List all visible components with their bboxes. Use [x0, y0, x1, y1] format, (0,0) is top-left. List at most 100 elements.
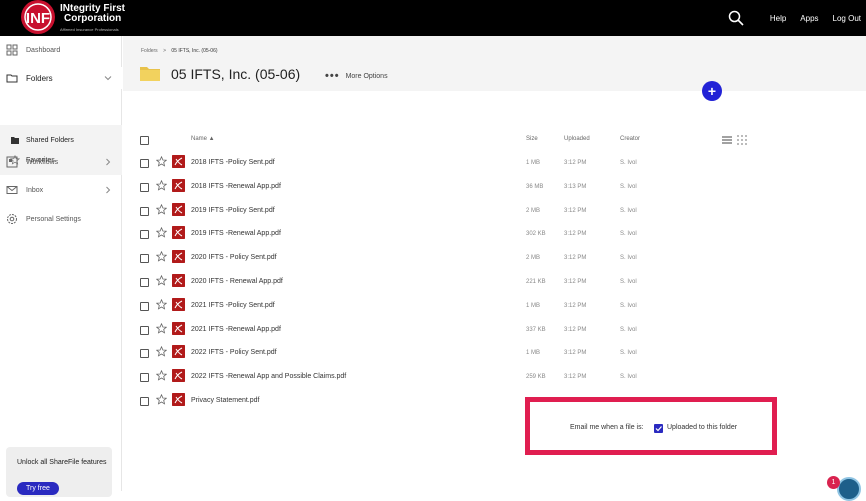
star-icon[interactable]: [156, 251, 167, 262]
list-view-icon[interactable]: [722, 135, 732, 145]
file-name[interactable]: 2021 IFTS -Renewal App.pdf: [191, 326, 281, 333]
help-link[interactable]: Help: [770, 14, 786, 23]
apps-link[interactable]: Apps: [800, 14, 818, 23]
row-checkbox[interactable]: [140, 325, 149, 335]
star-icon[interactable]: [156, 370, 167, 381]
file-row[interactable]: 2018 IFTS -Policy Sent.pdf 1 MB 3:12 PM S. …: [123, 152, 866, 175]
uploaded-option-label[interactable]: Uploaded to this folder: [667, 424, 737, 431]
more-options-button[interactable]: ••• More Options: [325, 70, 388, 82]
file-name[interactable]: 2018 IFTS -Renewal App.pdf: [191, 183, 281, 190]
file-name[interactable]: 2022 IFTS -Renewal App and Possible Clai…: [191, 373, 346, 380]
sidebar-item-shared-folders[interactable]: Shared Folders: [0, 130, 122, 150]
search-icon[interactable]: [728, 10, 744, 26]
file-row[interactable]: 2021 IFTS -Renewal App.pdf 337 KB 3:12 PM S…: [123, 319, 866, 342]
file-name[interactable]: 2020 IFTS - Policy Sent.pdf: [191, 254, 277, 261]
add-button[interactable]: +: [702, 81, 722, 101]
sidebar-item-workflows[interactable]: Workflows: [0, 151, 122, 173]
file-row[interactable]: 2020 IFTS - Renewal App.pdf 221 KB 3:12 PM…: [123, 271, 866, 294]
star-icon[interactable]: [156, 275, 167, 286]
file-row[interactable]: 2022 IFTS - Policy Sent.pdf 1 MB 3:12 PM S.…: [123, 342, 866, 365]
sidebar-item-inbox[interactable]: Inbox: [0, 179, 122, 201]
file-uploaded: 3:12 PM: [564, 374, 587, 381]
upgrade-promo: Unlock all ShareFile features Try free: [6, 447, 112, 497]
file-creator: S. Ivol: [620, 374, 637, 381]
column-name[interactable]: Name ▲: [191, 136, 215, 142]
uploaded-checkbox[interactable]: [654, 424, 663, 433]
file-row[interactable]: 2019 IFTS -Renewal App.pdf 302 KB 3:12 PM S…: [123, 223, 866, 246]
star-icon[interactable]: [156, 298, 167, 310]
sidebar-item-folders[interactable]: Folders: [0, 67, 122, 89]
chevron-down-icon[interactable]: [104, 74, 112, 82]
file-size: 221 KB: [526, 279, 546, 285]
star-icon[interactable]: [156, 179, 167, 191]
file-size: 337 KB: [526, 326, 546, 333]
file-creator: S. Ivol: [620, 350, 637, 357]
file-row[interactable]: 2019 IFTS -Policy Sent.pdf 2 MB 3:12 PM S. …: [123, 200, 866, 223]
try-free-button[interactable]: Try free: [17, 482, 59, 495]
pdf-file-icon: [172, 297, 185, 311]
file-name[interactable]: 2019 IFTS -Policy Sent.pdf: [191, 207, 275, 214]
file-name[interactable]: 2022 IFTS - Policy Sent.pdf: [191, 349, 277, 356]
file-row[interactable]: 2020 IFTS - Policy Sent.pdf 2 MB 3:12 PM S.…: [123, 247, 866, 270]
company-logo[interactable]: INF: [18, 0, 58, 34]
row-checkbox[interactable]: [140, 206, 149, 216]
page-title: 05 IFTS, Inc. (05-06): [171, 66, 301, 82]
file-name[interactable]: 2018 IFTS -Policy Sent.pdf: [191, 159, 275, 166]
file-size: 2 MB: [526, 255, 541, 262]
select-all-checkbox[interactable]: [140, 136, 149, 145]
file-row[interactable]: 2022 IFTS -Renewal App and Possible Clai…: [123, 366, 866, 389]
star-icon[interactable]: [156, 203, 167, 215]
file-uploaded: 3:12 PM: [564, 302, 587, 309]
star-icon[interactable]: [156, 346, 167, 358]
more-icon: •••: [325, 70, 340, 82]
file-uploaded: 3:12 PM: [564, 207, 587, 214]
breadcrumb-root[interactable]: Folders: [141, 48, 158, 54]
column-size[interactable]: Size: [526, 136, 538, 142]
file-uploaded: 3:12 PM: [564, 279, 587, 285]
pdf-file-icon: [172, 155, 185, 168]
chevron-right-icon[interactable]: [104, 158, 112, 166]
star-icon[interactable]: [156, 322, 167, 334]
file-creator: S. Ivol: [620, 326, 637, 333]
file-name[interactable]: 2020 IFTS - Renewal App.pdf: [191, 278, 283, 285]
row-checkbox[interactable]: [140, 254, 149, 264]
row-checkbox[interactable]: [140, 159, 149, 168]
row-checkbox[interactable]: [140, 278, 149, 287]
sidebar-item-personal-settings[interactable]: Personal Settings: [0, 208, 122, 230]
file-creator: S. Ivol: [620, 255, 637, 262]
row-checkbox[interactable]: [140, 397, 149, 406]
help-chat-icon[interactable]: [837, 477, 861, 501]
file-size: 259 KB: [526, 374, 546, 381]
file-creator: S. Ivol: [620, 231, 637, 238]
file-name[interactable]: 2019 IFTS -Renewal App.pdf: [191, 230, 281, 237]
row-checkbox[interactable]: [140, 349, 149, 359]
row-checkbox[interactable]: [140, 182, 149, 192]
file-creator: S. Ivol: [620, 207, 637, 214]
chevron-right-icon[interactable]: [104, 186, 112, 194]
file-name[interactable]: Privacy Statement.pdf: [191, 397, 259, 404]
file-name[interactable]: 2021 IFTS -Policy Sent.pdf: [191, 302, 275, 309]
file-uploaded: 3:12 PM: [564, 350, 587, 357]
grid-view-icon[interactable]: [737, 135, 747, 145]
file-uploaded: 3:13 PM: [564, 183, 587, 190]
column-uploaded[interactable]: Uploaded: [564, 136, 590, 142]
column-creator[interactable]: Creator: [620, 136, 640, 142]
breadcrumb-current: 05 IFTS, Inc. (05-06): [171, 48, 218, 54]
row-checkbox[interactable]: [140, 301, 149, 311]
star-icon[interactable]: [156, 227, 167, 239]
star-icon[interactable]: [156, 156, 167, 167]
inbox-icon: [6, 186, 18, 194]
top-bar: INF INtegrity First Corporation Affirmed…: [0, 0, 866, 36]
file-row[interactable]: 2018 IFTS -Renewal App.pdf 36 MB 3:13 PM S.…: [123, 176, 866, 199]
file-row[interactable]: 2021 IFTS -Policy Sent.pdf 1 MB 3:12 PM S. …: [123, 295, 866, 318]
top-actions: Help Apps Log Out: [728, 0, 861, 36]
sidebar: Dashboard Folders Shared Folders Favorit…: [0, 36, 122, 497]
logout-link[interactable]: Log Out: [833, 14, 861, 23]
row-checkbox[interactable]: [140, 230, 149, 240]
sidebar-item-dashboard[interactable]: Dashboard: [0, 39, 122, 61]
row-checkbox[interactable]: [140, 373, 149, 383]
star-icon[interactable]: [156, 394, 167, 405]
pdf-file-icon: [172, 321, 185, 335]
pdf-file-icon: [172, 202, 185, 216]
brand-name: INtegrity First Corporation: [60, 3, 126, 24]
